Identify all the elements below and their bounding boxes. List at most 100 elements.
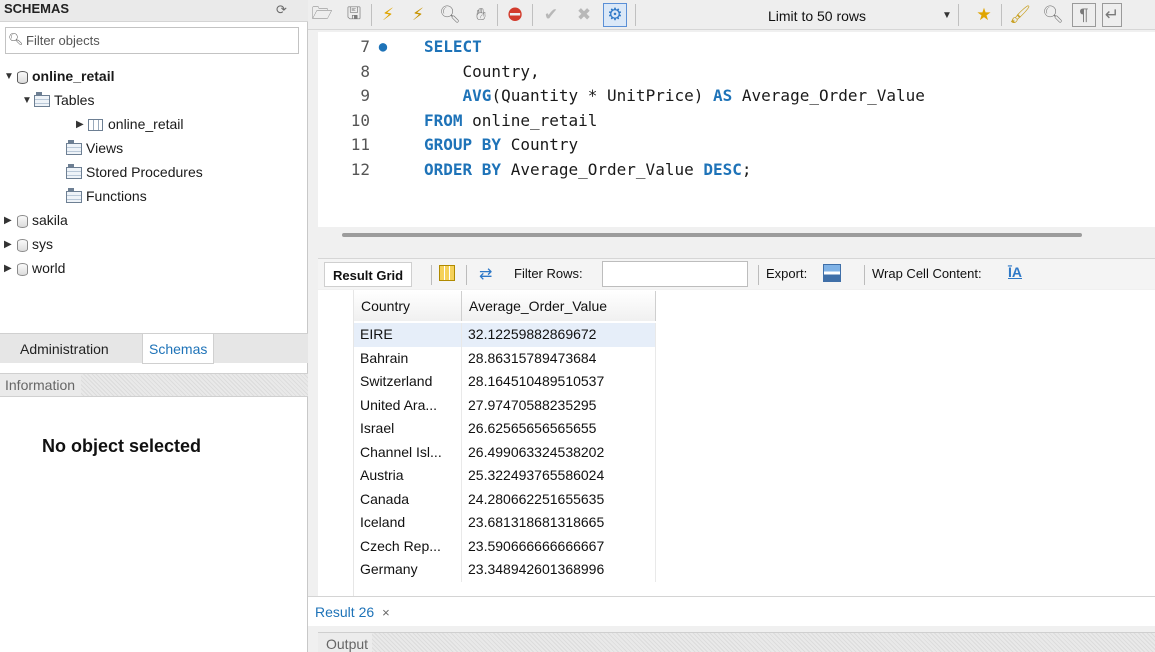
cell-country[interactable]: EIRE <box>354 323 462 347</box>
wrap-lines-icon[interactable]: ↵ <box>1102 3 1122 27</box>
sql-token: (Quantity * UnitPrice) <box>491 86 713 105</box>
cell-country[interactable]: Iceland <box>354 511 462 535</box>
execute-current-icon[interactable]: ⚡ <box>406 3 430 27</box>
table-icon <box>88 119 103 132</box>
execute-icon[interactable]: ⚡ <box>376 3 400 27</box>
table-row[interactable]: United Ara... 27.97470588235295 <box>354 393 656 417</box>
stop-on-error-icon[interactable]: ⛔︎ <box>503 3 527 27</box>
table-row[interactable]: Channel Isl... 26.499063324538202 <box>354 440 656 464</box>
expand-right-icon[interactable]: ▶ <box>4 210 16 232</box>
table-row[interactable]: Germany 23.348942601368996 <box>354 558 656 582</box>
tree-tables[interactable]: ▼ Tables <box>22 89 94 111</box>
column-header-country[interactable]: Country <box>354 291 462 321</box>
cell-country[interactable]: Czech Rep... <box>354 534 462 558</box>
filter-objects-input[interactable] <box>26 28 294 52</box>
refresh-icon[interactable]: ⟳ <box>276 2 287 18</box>
database-icon <box>17 214 28 228</box>
line-number: 9 <box>360 86 370 105</box>
toolbar-separator <box>371 4 372 26</box>
column-header-average-order-value[interactable]: Average_Order_Value <box>462 291 656 321</box>
result-toolbar: Result Grid ⇄ Filter Rows: Export: Wrap … <box>318 258 1155 289</box>
sql-keyword: AVG <box>424 86 492 105</box>
close-icon[interactable]: × <box>382 605 390 620</box>
table-row[interactable]: Iceland 23.681318681318665 <box>354 511 656 535</box>
stop-icon[interactable]: ✋︎ <box>469 3 493 27</box>
table-row[interactable]: Austria 25.322493765586024 <box>354 464 656 488</box>
table-row[interactable]: EIRE 32.12259882869672 <box>354 323 656 347</box>
database-icon <box>17 70 28 84</box>
tree-functions[interactable]: Functions <box>66 185 147 207</box>
tree-stored-procedures[interactable]: Stored Procedures <box>66 161 203 183</box>
toolbar-separator <box>1001 4 1002 26</box>
open-folder-icon[interactable]: 🗁 <box>310 3 334 27</box>
cell-average-order-value[interactable]: 26.62565656565655 <box>462 417 656 441</box>
cell-country[interactable]: Switzerland <box>354 370 462 394</box>
chevron-down-icon: ▼ <box>942 10 952 21</box>
schema-sakila[interactable]: ▶ sakila <box>4 209 68 231</box>
cell-country[interactable]: Channel Isl... <box>354 440 462 464</box>
table-row[interactable]: Canada 24.280662251655635 <box>354 487 656 511</box>
limit-rows-select[interactable]: Limit to 50 rows ▼ <box>768 5 958 27</box>
schema-sys[interactable]: ▶ sys <box>4 233 53 255</box>
rollback-icon[interactable]: ✖︎ <box>572 3 596 27</box>
editor-horizontal-scrollbar[interactable] <box>342 233 1082 237</box>
toolbar-separator <box>864 265 865 285</box>
tab-schemas[interactable]: Schemas <box>142 334 215 364</box>
result-tab[interactable]: Result 26 × <box>315 599 390 625</box>
expand-right-icon[interactable]: ▶ <box>4 258 16 280</box>
table-row[interactable]: Bahrain 28.86315789473684 <box>354 346 656 370</box>
cell-average-order-value[interactable]: 28.86315789473684 <box>462 346 656 370</box>
cell-country[interactable]: Germany <box>354 558 462 582</box>
cell-average-order-value[interactable]: 23.348942601368996 <box>462 558 656 582</box>
cell-average-order-value[interactable]: 28.164510489510537 <box>462 370 656 394</box>
cell-country[interactable]: Bahrain <box>354 346 462 370</box>
commit-icon[interactable]: ✔︎ <box>539 3 563 27</box>
invisible-chars-icon[interactable]: ¶ <box>1072 3 1096 27</box>
sql-editor[interactable]: 7 ● SELECT 8 Country, 9 AVG(Quantity * UnitP… <box>318 32 1155 227</box>
result-grid-button[interactable]: Result Grid <box>324 262 413 287</box>
cell-average-order-value[interactable]: 27.97470588235295 <box>462 393 656 417</box>
sql-keyword: GROUP BY <box>424 135 502 154</box>
table-row[interactable]: Switzerland 28.164510489510537 <box>354 370 656 394</box>
filter-rows-input[interactable] <box>602 261 748 287</box>
cell-country[interactable]: United Ara... <box>354 393 462 417</box>
tab-administration[interactable]: Administration <box>14 334 115 364</box>
sql-keyword: DESC <box>703 159 742 179</box>
autocommit-icon[interactable]: ⚙︎ <box>603 3 627 27</box>
schema-world[interactable]: ▶ world <box>4 257 65 279</box>
wrap-cell-content-icon[interactable]: ĪA <box>1008 264 1022 280</box>
tree-table-online-retail[interactable]: ▶ online_retail <box>76 113 184 135</box>
cell-average-order-value[interactable]: 26.499063324538202 <box>462 440 656 464</box>
procedures-folder-icon <box>66 164 82 180</box>
form-editor-icon[interactable] <box>439 265 455 281</box>
add-snippet-icon[interactable]: ★ <box>972 3 996 27</box>
result-tabs-bar: Result 26 × <box>308 596 1155 626</box>
line-number: 10 <box>350 110 370 130</box>
table-row[interactable]: Czech Rep... 23.590666666666667 <box>354 534 656 558</box>
cell-average-order-value[interactable]: 23.590666666666667 <box>462 534 656 558</box>
export-icon[interactable] <box>823 264 841 282</box>
cell-country[interactable]: Israel <box>354 417 462 441</box>
save-icon[interactable]: 🖫 <box>342 3 366 27</box>
cell-country[interactable]: Canada <box>354 487 462 511</box>
cell-average-order-value[interactable]: 32.12259882869672 <box>462 323 656 347</box>
sql-token: online_retail <box>462 110 598 130</box>
expand-right-icon[interactable]: ▶ <box>4 234 16 256</box>
expand-right-icon[interactable]: ▶ <box>76 114 88 136</box>
cell-average-order-value[interactable]: 23.681318681318665 <box>462 511 656 535</box>
table-row[interactable]: Israel 26.62565656565655 <box>354 417 656 441</box>
beautify-icon[interactable]: 🖌︎ <box>1008 3 1032 27</box>
tree-views[interactable]: Views <box>66 137 123 159</box>
expand-down-icon[interactable]: ▼ <box>4 66 16 88</box>
find-icon[interactable]: 🔍︎ <box>1041 3 1065 27</box>
code-text: Country, <box>424 60 540 84</box>
cell-country[interactable]: Austria <box>354 464 462 488</box>
filter-arrows-icon: ⇄ <box>479 266 493 283</box>
expand-down-icon[interactable]: ▼ <box>22 90 34 112</box>
export-label: Export: <box>766 266 808 281</box>
cell-average-order-value[interactable]: 24.280662251655635 <box>462 487 656 511</box>
explain-icon[interactable]: 🔍︎ <box>438 3 462 27</box>
schema-online-retail[interactable]: ▼ online_retail <box>4 65 114 87</box>
row-header-strip <box>318 290 354 596</box>
cell-average-order-value[interactable]: 25.322493765586024 <box>462 464 656 488</box>
